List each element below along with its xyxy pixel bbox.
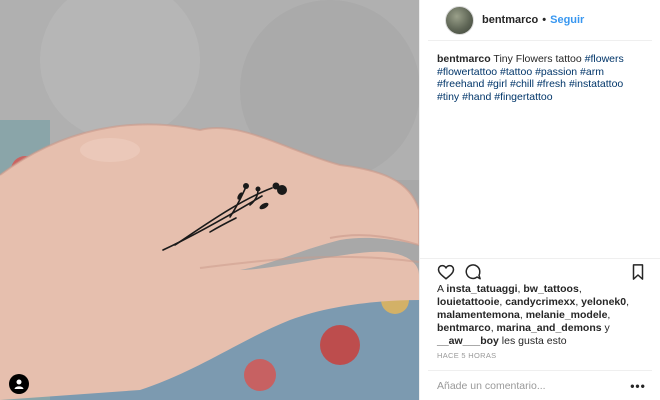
caption-hashtag[interactable]: #passion (535, 66, 577, 78)
liker-username[interactable]: yelonek0 (581, 296, 626, 308)
caption-hashtag[interactable]: #flowers (585, 53, 624, 65)
caption-hashtag[interactable]: #tattoo (500, 66, 532, 78)
heart-icon[interactable] (437, 263, 455, 281)
liker-username[interactable]: candycrimexx (505, 296, 575, 308)
hand-tattoo-image (0, 0, 419, 400)
user-tag-icon[interactable] (9, 374, 29, 394)
liker-username[interactable]: marina_and_demons (497, 322, 602, 334)
header-separator: • (542, 14, 547, 26)
caption-hashtag[interactable]: #freehand (437, 78, 484, 90)
liker-username[interactable]: malamentemona (437, 309, 520, 321)
post-header: bentmarco • Seguir (428, 0, 652, 41)
post-timestamp[interactable]: HACE 5 HORAS (437, 351, 496, 360)
likes-user-list: insta_tatuaggi, bw_tattoos, louietattooi… (437, 283, 630, 334)
caption-hashtag[interactable]: #instatattoo (569, 78, 623, 90)
liker-username[interactable]: insta_tatuaggi (446, 283, 517, 295)
caption-hashtag[interactable]: #hand (462, 91, 491, 103)
comment-bar: ••• (428, 370, 652, 400)
likes-prefix: A (437, 283, 444, 295)
likes-last-user[interactable]: __aw___boy (437, 335, 499, 347)
comment-input[interactable] (437, 379, 628, 392)
caption-hashtag[interactable]: #chill (510, 78, 534, 90)
liker-username[interactable]: louietattooie (437, 296, 499, 308)
caption-hashtag[interactable]: #arm (580, 66, 604, 78)
caption-hashtag[interactable]: #tiny (437, 91, 459, 103)
likes-conjunction: y (604, 322, 610, 334)
more-options-button[interactable]: ••• (628, 379, 648, 393)
avatar[interactable] (445, 5, 474, 35)
post-side-panel: bentmarco • Seguir bentmarco Tiny Flower… (419, 0, 660, 400)
likes-summary: A insta_tatuaggi, bw_tattoos, louietatto… (437, 283, 643, 348)
caption-text: Tiny Flowers tattoo (493, 53, 582, 65)
likes-suffix: les gusta esto (501, 335, 567, 347)
caption-hashtag[interactable]: #fresh (537, 78, 566, 90)
caption-hashtag[interactable]: #girl (487, 78, 507, 90)
post-photo[interactable] (0, 0, 419, 400)
header-username[interactable]: bentmarco (482, 14, 538, 26)
comment-icon[interactable] (464, 263, 482, 281)
follow-button[interactable]: Seguir (550, 14, 584, 26)
bookmark-icon[interactable] (629, 263, 647, 281)
caption-hashtag[interactable]: #flowertattoo (437, 66, 497, 78)
caption-username[interactable]: bentmarco (437, 53, 491, 65)
post-caption: bentmarco Tiny Flowers tattoo #flowers #… (420, 41, 660, 241)
liker-username[interactable]: bentmarco (437, 322, 491, 334)
liker-username[interactable]: bw_tattoos (523, 283, 578, 295)
caption-hashtag[interactable]: #fingertattoo (494, 91, 552, 103)
liker-username[interactable]: melanie_modele (526, 309, 608, 321)
action-bar (420, 258, 660, 282)
